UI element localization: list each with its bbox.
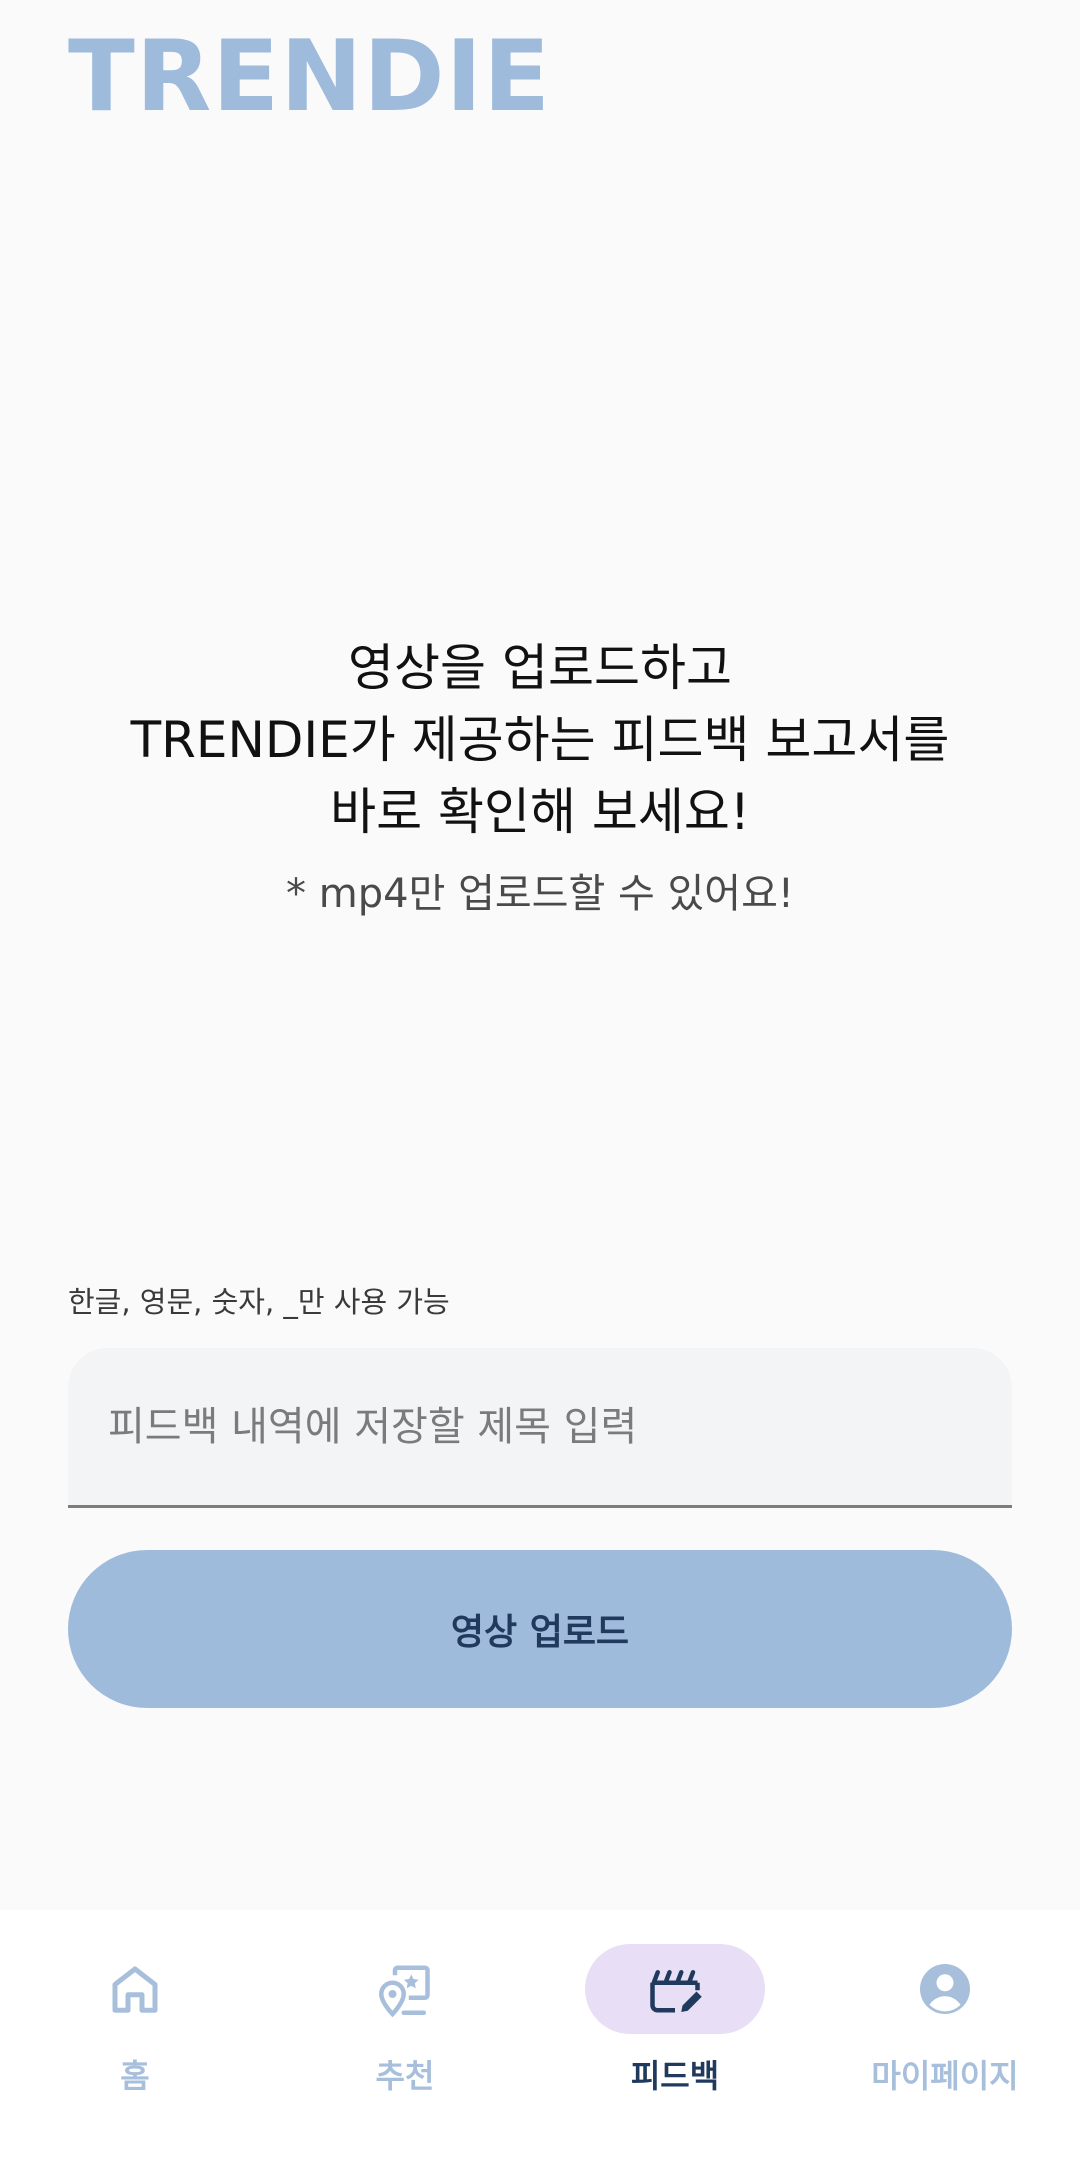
title-field[interactable] (68, 1348, 1012, 1508)
app-logo: TRENDIE (68, 20, 552, 134)
home-icon (112, 1966, 158, 2013)
title-helper-text: 한글, 영문, 숫자, _만 사용 가능 (68, 1285, 450, 1319)
upload-video-button[interactable]: 영상 업로드 (68, 1550, 1012, 1708)
nav-item-feedback[interactable]: 피드백 (540, 1910, 810, 2110)
recommend-icon (378, 1965, 430, 2018)
title-input[interactable] (108, 1348, 968, 1505)
nav-label-mypage: 마이페이지 (871, 2057, 1019, 2095)
nav-label-recommend: 추천 (375, 2057, 435, 2095)
account-circle-icon (920, 1964, 970, 2014)
nav-item-home[interactable]: 홈 (0, 1910, 270, 2110)
mp4-only-note: * mp4만 업로드할 수 있어요! (286, 871, 794, 917)
nav-label-home: 홈 (120, 2057, 150, 2095)
intro-line-2: TRENDIE가 제공하는 피드백 보고서를 (130, 711, 950, 769)
nav-item-mypage[interactable]: 마이페이지 (810, 1910, 1080, 2110)
nav-item-recommend[interactable]: 추천 (270, 1910, 540, 2110)
intro-section: 영상을 업로드하고 TRENDIE가 제공하는 피드백 보고서를 바로 확인해 … (0, 632, 1080, 920)
intro-line-3: 바로 확인해 보세요! (330, 783, 750, 841)
clapperboard-edit-icon (650, 1970, 702, 2013)
bottom-nav: 홈 추천 피드백 마이페이지 (0, 1910, 1080, 2174)
intro-line-1: 영상을 업로드하고 (348, 639, 732, 697)
nav-label-feedback: 피드백 (630, 2057, 720, 2095)
